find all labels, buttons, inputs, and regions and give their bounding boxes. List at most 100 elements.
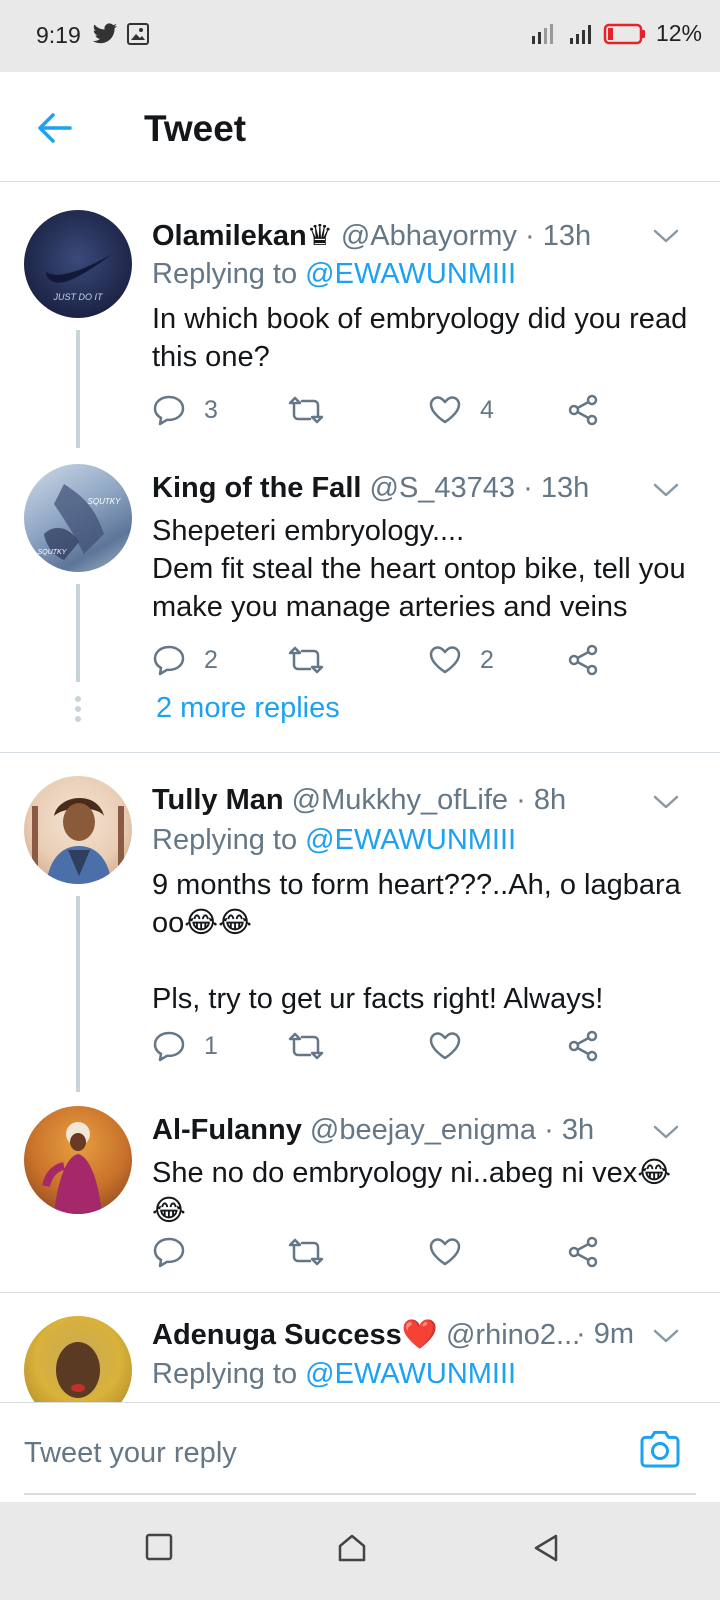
mention-link[interactable]: @EWAWUNMIII xyxy=(305,258,516,290)
reply-icon xyxy=(153,645,185,676)
more-replies-link[interactable]: 2 more replies xyxy=(156,692,340,725)
tweet-header: Adenuga Success❤️ @rhino2... xyxy=(152,1318,630,1352)
tweet-text: In which book of embryology did you read… xyxy=(152,303,688,373)
signal-icon xyxy=(569,24,591,44)
reply-composer[interactable]: Tweet your reply xyxy=(0,1402,720,1502)
avatar-art-icon: SQUTKY SQUTKY xyxy=(38,484,122,560)
avatar-art-icon xyxy=(32,797,124,884)
replying-to: Replying to @EWAWUNMIII xyxy=(152,1358,517,1390)
retweet-button[interactable] xyxy=(286,394,344,426)
avatar[interactable] xyxy=(24,776,132,884)
like-button[interactable]: 2 xyxy=(428,644,494,676)
tweet-header: Al-Fulanny @beejay_enigma · 3h xyxy=(152,1114,680,1147)
reply-icon xyxy=(153,395,185,426)
nav-home-icon[interactable] xyxy=(336,1532,368,1564)
retweet-button[interactable] xyxy=(286,1030,344,1062)
user-handle[interactable]: @beejay_enigma xyxy=(310,1114,536,1146)
mention-link[interactable]: @EWAWUNMIII xyxy=(305,1358,516,1390)
tweet-actions: 1 xyxy=(152,1030,622,1070)
thread-line xyxy=(76,896,80,1092)
like-icon xyxy=(429,396,461,424)
tweet-header: Tully Man @Mukkhy_ofLife · 8h xyxy=(152,784,680,817)
camera-icon xyxy=(640,1430,680,1468)
user-handle[interactable]: @Abhayormy xyxy=(341,220,517,252)
avatar[interactable] xyxy=(24,1106,132,1214)
tweet-text: She no do embryology ni..abeg ni vex😂 😂 xyxy=(152,1157,672,1227)
chevron-down-icon[interactable] xyxy=(652,476,680,504)
retweet-icon xyxy=(288,646,324,674)
display-name[interactable]: Al-Fulanny xyxy=(152,1114,302,1146)
thread-line xyxy=(76,584,80,682)
reply-count: 3 xyxy=(204,395,218,424)
avatar[interactable] xyxy=(24,1316,132,1402)
reply-icon xyxy=(153,1237,185,1268)
tweet-text: 9 months to form heart???..Ah, o lagbara… xyxy=(152,869,681,1015)
gallery-icon xyxy=(127,23,149,45)
tweet-item[interactable]: Al-Fulanny @beejay_enigma · 3h She no do… xyxy=(0,1092,720,1292)
thread-divider xyxy=(0,1292,720,1293)
reply-input-underline xyxy=(24,1493,696,1495)
retweet-icon xyxy=(288,1238,324,1266)
reply-button[interactable]: 1 xyxy=(152,1030,218,1062)
app-bar: Tweet xyxy=(0,72,720,182)
avatar[interactable]: JUST DO IT xyxy=(24,210,132,318)
like-button[interactable] xyxy=(428,1030,480,1062)
retweet-button[interactable] xyxy=(286,644,344,676)
svg-text:JUST DO IT: JUST DO IT xyxy=(53,292,105,302)
chevron-down-icon[interactable] xyxy=(652,1118,680,1146)
replying-to: Replying to @EWAWUNMIII xyxy=(152,824,517,856)
like-icon xyxy=(429,1032,461,1060)
tweet-time: · 8h xyxy=(516,784,567,816)
tweet-item[interactable]: SQUTKY SQUTKY King of the Fall @S_43743 … xyxy=(0,448,720,748)
share-icon xyxy=(568,644,598,676)
tweet-text: Shepeteri embryology.... Dem fit steal t… xyxy=(152,515,686,623)
like-button[interactable] xyxy=(428,1236,480,1268)
reply-input[interactable]: Tweet your reply xyxy=(24,1437,237,1470)
reply-button[interactable]: 2 xyxy=(152,644,218,676)
display-name[interactable]: King of the Fall xyxy=(152,472,361,504)
reply-count: 2 xyxy=(204,645,218,674)
retweet-icon xyxy=(288,396,324,424)
avatar[interactable]: SQUTKY SQUTKY xyxy=(24,464,132,572)
nav-recents-icon[interactable] xyxy=(144,1532,174,1562)
mention-link[interactable]: @EWAWUNMIII xyxy=(305,824,516,856)
camera-button[interactable] xyxy=(638,1429,682,1474)
tweet-actions xyxy=(152,1236,622,1276)
swoosh-logo-icon: JUST DO IT xyxy=(46,254,112,302)
display-name[interactable]: Adenuga Success❤️ xyxy=(152,1319,438,1351)
user-handle[interactable]: @S_43743 xyxy=(370,472,516,504)
status-bar: 9:19 12% xyxy=(0,0,720,72)
share-icon xyxy=(568,1030,598,1062)
user-handle[interactable]: @Mukkhy_ofLife xyxy=(292,784,508,816)
system-nav-bar xyxy=(0,1502,720,1600)
user-handle[interactable]: @rhino2... xyxy=(446,1319,580,1351)
display-name[interactable]: Tully Man xyxy=(152,784,284,816)
like-icon xyxy=(429,646,461,674)
chevron-down-icon[interactable] xyxy=(652,222,680,250)
share-button[interactable] xyxy=(566,394,600,426)
back-button[interactable] xyxy=(26,100,82,156)
tweet-item[interactable]: Adenuga Success❤️ @rhino2... · 9m Replyi… xyxy=(0,1302,720,1402)
share-button[interactable] xyxy=(566,1030,600,1062)
tweet-feed[interactable]: JUST DO IT Olamilekan♛ @Abhayormy · 13h … xyxy=(0,186,720,1402)
back-arrow-icon xyxy=(38,113,72,143)
svg-text:SQUTKY: SQUTKY xyxy=(88,497,122,506)
share-button[interactable] xyxy=(566,1236,600,1268)
status-time: 9:19 xyxy=(36,22,81,48)
reply-count: 1 xyxy=(204,1031,218,1060)
display-name[interactable]: Olamilekan♛ xyxy=(152,220,333,252)
tweet-header: Olamilekan♛ @Abhayormy · 13h xyxy=(152,218,680,253)
like-button[interactable]: 4 xyxy=(428,394,494,426)
tweet-time: · 9m xyxy=(576,1318,634,1350)
share-button[interactable] xyxy=(566,644,600,676)
retweet-button[interactable] xyxy=(286,1236,344,1268)
tweet-item[interactable]: Tully Man @Mukkhy_ofLife · 8h Replying t… xyxy=(0,762,720,1092)
chevron-down-icon[interactable] xyxy=(652,1322,680,1350)
chevron-down-icon[interactable] xyxy=(652,788,680,816)
tweet-item[interactable]: JUST DO IT Olamilekan♛ @Abhayormy · 13h … xyxy=(0,198,720,448)
reply-button[interactable]: 3 xyxy=(152,394,218,426)
reply-button[interactable] xyxy=(152,1236,204,1268)
tweet-time: · 13h xyxy=(523,472,590,504)
battery-percent: 12% xyxy=(655,20,702,46)
nav-back-icon[interactable] xyxy=(530,1532,562,1564)
